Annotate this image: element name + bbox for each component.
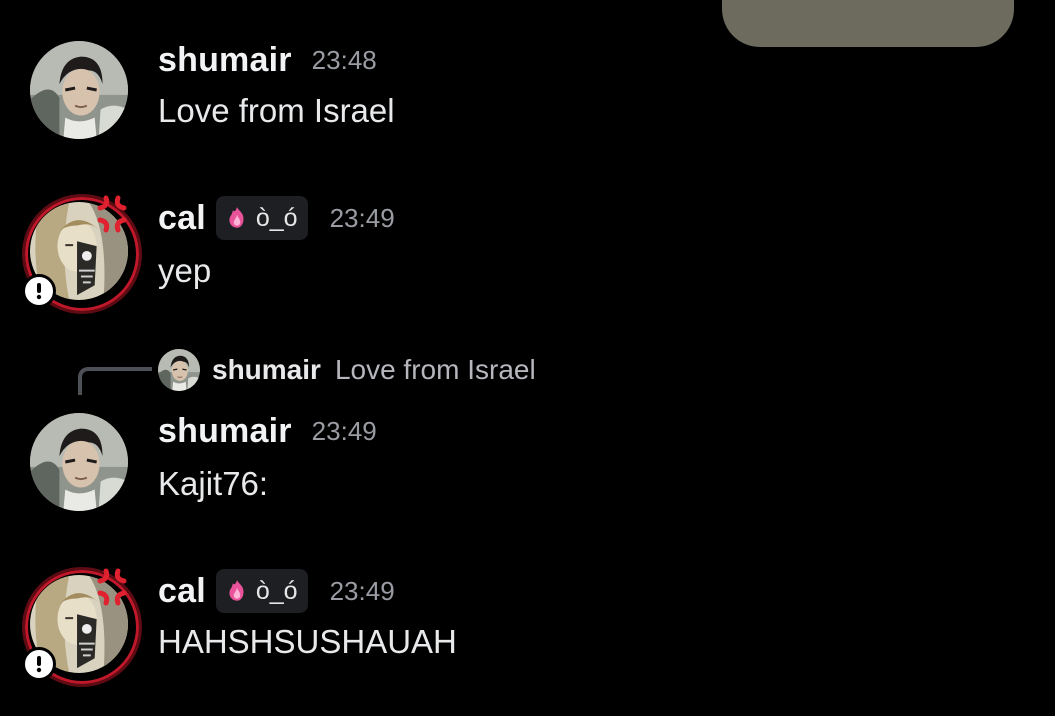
pink-flame-icon	[224, 578, 250, 604]
timestamp: 23:49	[329, 202, 395, 233]
username[interactable]: shumair	[158, 41, 292, 80]
message-item[interactable]: cal ò_ó 23:49 yep	[0, 180, 1055, 330]
message-text: Kajit76:	[158, 465, 269, 502]
exclamation-badge-icon	[22, 274, 56, 308]
message-text: yep	[158, 252, 212, 289]
user-tag[interactable]: ò_ó	[215, 569, 308, 613]
message-header: shumair 23:49	[158, 411, 377, 451]
tag-label: ò_ó	[255, 203, 298, 232]
user-tag[interactable]: ò_ó	[215, 196, 308, 240]
reply-avatar	[158, 349, 200, 391]
username[interactable]: shumair	[158, 412, 292, 451]
message-item[interactable]: cal ò_ó 23:49 HAHSHSUSHAUAH	[0, 553, 1055, 703]
reply-author[interactable]: shumair	[212, 354, 321, 386]
pink-flame-icon	[224, 205, 250, 231]
tag-label: ò_ó	[255, 576, 298, 605]
message-item[interactable]: shumair Love from Israel shumair 23:49 K…	[0, 345, 1055, 525]
anime-man-avatar[interactable]	[30, 413, 128, 511]
username[interactable]: cal	[158, 572, 206, 611]
message-header: cal ò_ó 23:49	[158, 569, 395, 613]
anger-symbol-icon	[92, 194, 132, 234]
timestamp: 23:49	[329, 575, 395, 606]
message-item[interactable]: shumair 23:48 Love from Israel	[0, 0, 1055, 170]
reply-text: Love from Israel	[334, 354, 536, 385]
message-header: shumair 23:48	[158, 40, 377, 80]
reply-preview[interactable]: shumair Love from Israel	[158, 347, 536, 393]
message-text: HAHSHSUSHAUAH	[158, 623, 457, 660]
timestamp: 23:48	[311, 44, 377, 75]
exclamation-badge-icon	[22, 647, 56, 681]
anger-symbol-icon	[92, 567, 132, 607]
message-text: Love from Israel	[158, 92, 395, 129]
message-header: cal ò_ó 23:49	[158, 196, 395, 240]
anime-man-avatar[interactable]	[30, 41, 128, 139]
timestamp: 23:49	[311, 415, 377, 446]
reply-connector	[78, 367, 152, 395]
username[interactable]: cal	[158, 199, 206, 238]
